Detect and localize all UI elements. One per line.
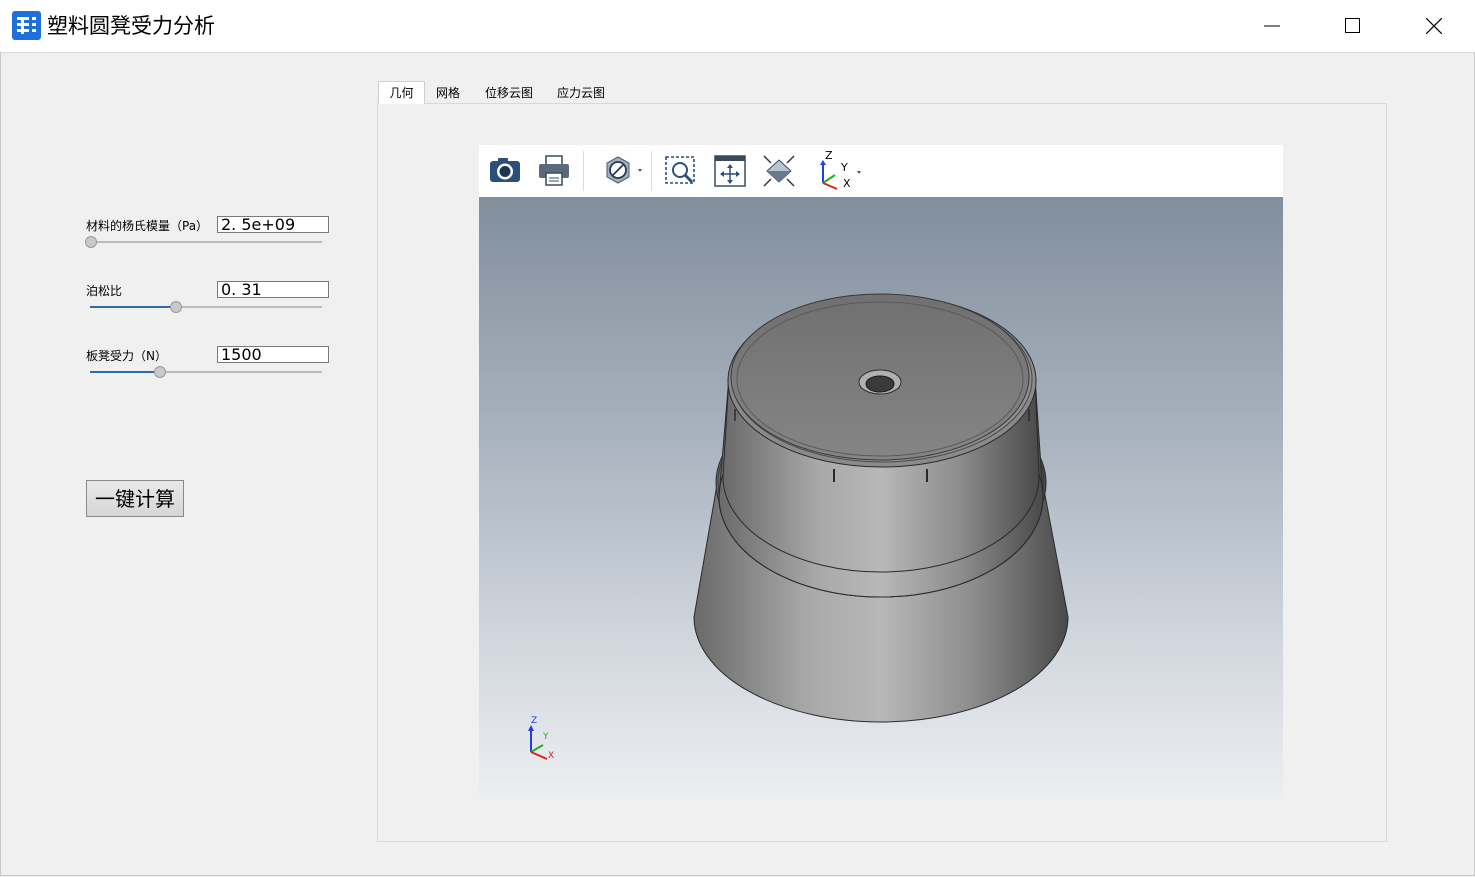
poisson-ratio-slider[interactable] [88, 300, 322, 314]
axis-view-button[interactable] [815, 153, 863, 190]
print-icon [539, 155, 569, 186]
toolbar-separator [583, 151, 584, 191]
stool-force-field[interactable]: 1500 [217, 346, 329, 363]
youngs-modulus-slider[interactable] [85, 235, 322, 249]
camera-icon [490, 158, 520, 182]
youngs-modulus-field[interactable]: 2. 5e+09 [217, 216, 329, 233]
stool-force-label: 板凳受力（N） [86, 349, 167, 363]
zoom-box-button[interactable] [663, 153, 699, 189]
title-bar: 塑料圆凳受力分析 [0, 0, 1475, 53]
fit-all-button[interactable] [761, 153, 797, 189]
pan-button[interactable] [712, 153, 748, 189]
axis-view-y-label: Y [841, 161, 848, 174]
slider-thumb[interactable] [154, 366, 166, 378]
print-button[interactable] [536, 153, 572, 189]
app-logo-icon [12, 11, 41, 40]
3d-viewport[interactable]: Z Y X [479, 197, 1283, 799]
screenshot-button[interactable] [487, 153, 523, 189]
calculate-button[interactable]: 一键计算 [86, 480, 184, 517]
slider-thumb[interactable] [170, 301, 183, 313]
fit-all-icon [763, 155, 795, 187]
stool-force-slider[interactable] [88, 365, 322, 379]
triad-x-label: X [548, 751, 555, 761]
tab-geometry[interactable]: 几何 [378, 81, 425, 104]
toolbar-separator [651, 151, 652, 191]
axis-triad [528, 725, 548, 760]
axis-view-z-label: Z [825, 149, 833, 162]
minimize-button[interactable] [1232, 0, 1312, 52]
maximize-icon [1345, 18, 1360, 33]
close-button[interactable] [1394, 0, 1474, 52]
triad-y-label: Y [543, 732, 549, 742]
slider-thumb[interactable] [85, 236, 97, 248]
window-title: 塑料圆凳受力分析 [47, 14, 215, 38]
display-mode-button[interactable] [600, 153, 642, 189]
poisson-ratio-field[interactable]: 0. 31 [217, 281, 329, 298]
axis-view-x-label: X [843, 177, 851, 190]
viewer-3d: Z Y X Z Y X [479, 145, 1283, 799]
maximize-button[interactable] [1313, 0, 1393, 52]
slider-track [90, 241, 322, 243]
tab-mesh[interactable]: 网格 [426, 82, 470, 103]
slider-fill [90, 371, 159, 373]
poisson-ratio-label: 泊松比 [86, 284, 123, 298]
close-icon [1426, 18, 1442, 34]
pan-icon [714, 155, 746, 187]
axis-view-icon [820, 160, 861, 190]
display-mode-icon [606, 156, 642, 184]
tab-displacement[interactable]: 位移云图 [474, 82, 544, 103]
youngs-modulus-label: 材料的杨氏模量（Pa） [86, 219, 209, 233]
tab-stress[interactable]: 应力云图 [546, 82, 616, 103]
stool-model [528, 293, 1069, 760]
triad-z-label: Z [531, 716, 538, 726]
minimize-icon [1264, 25, 1280, 27]
slider-fill [90, 306, 176, 308]
zoom-box-icon [665, 156, 695, 184]
viewer-toolbar: Z Y X [479, 145, 1283, 197]
